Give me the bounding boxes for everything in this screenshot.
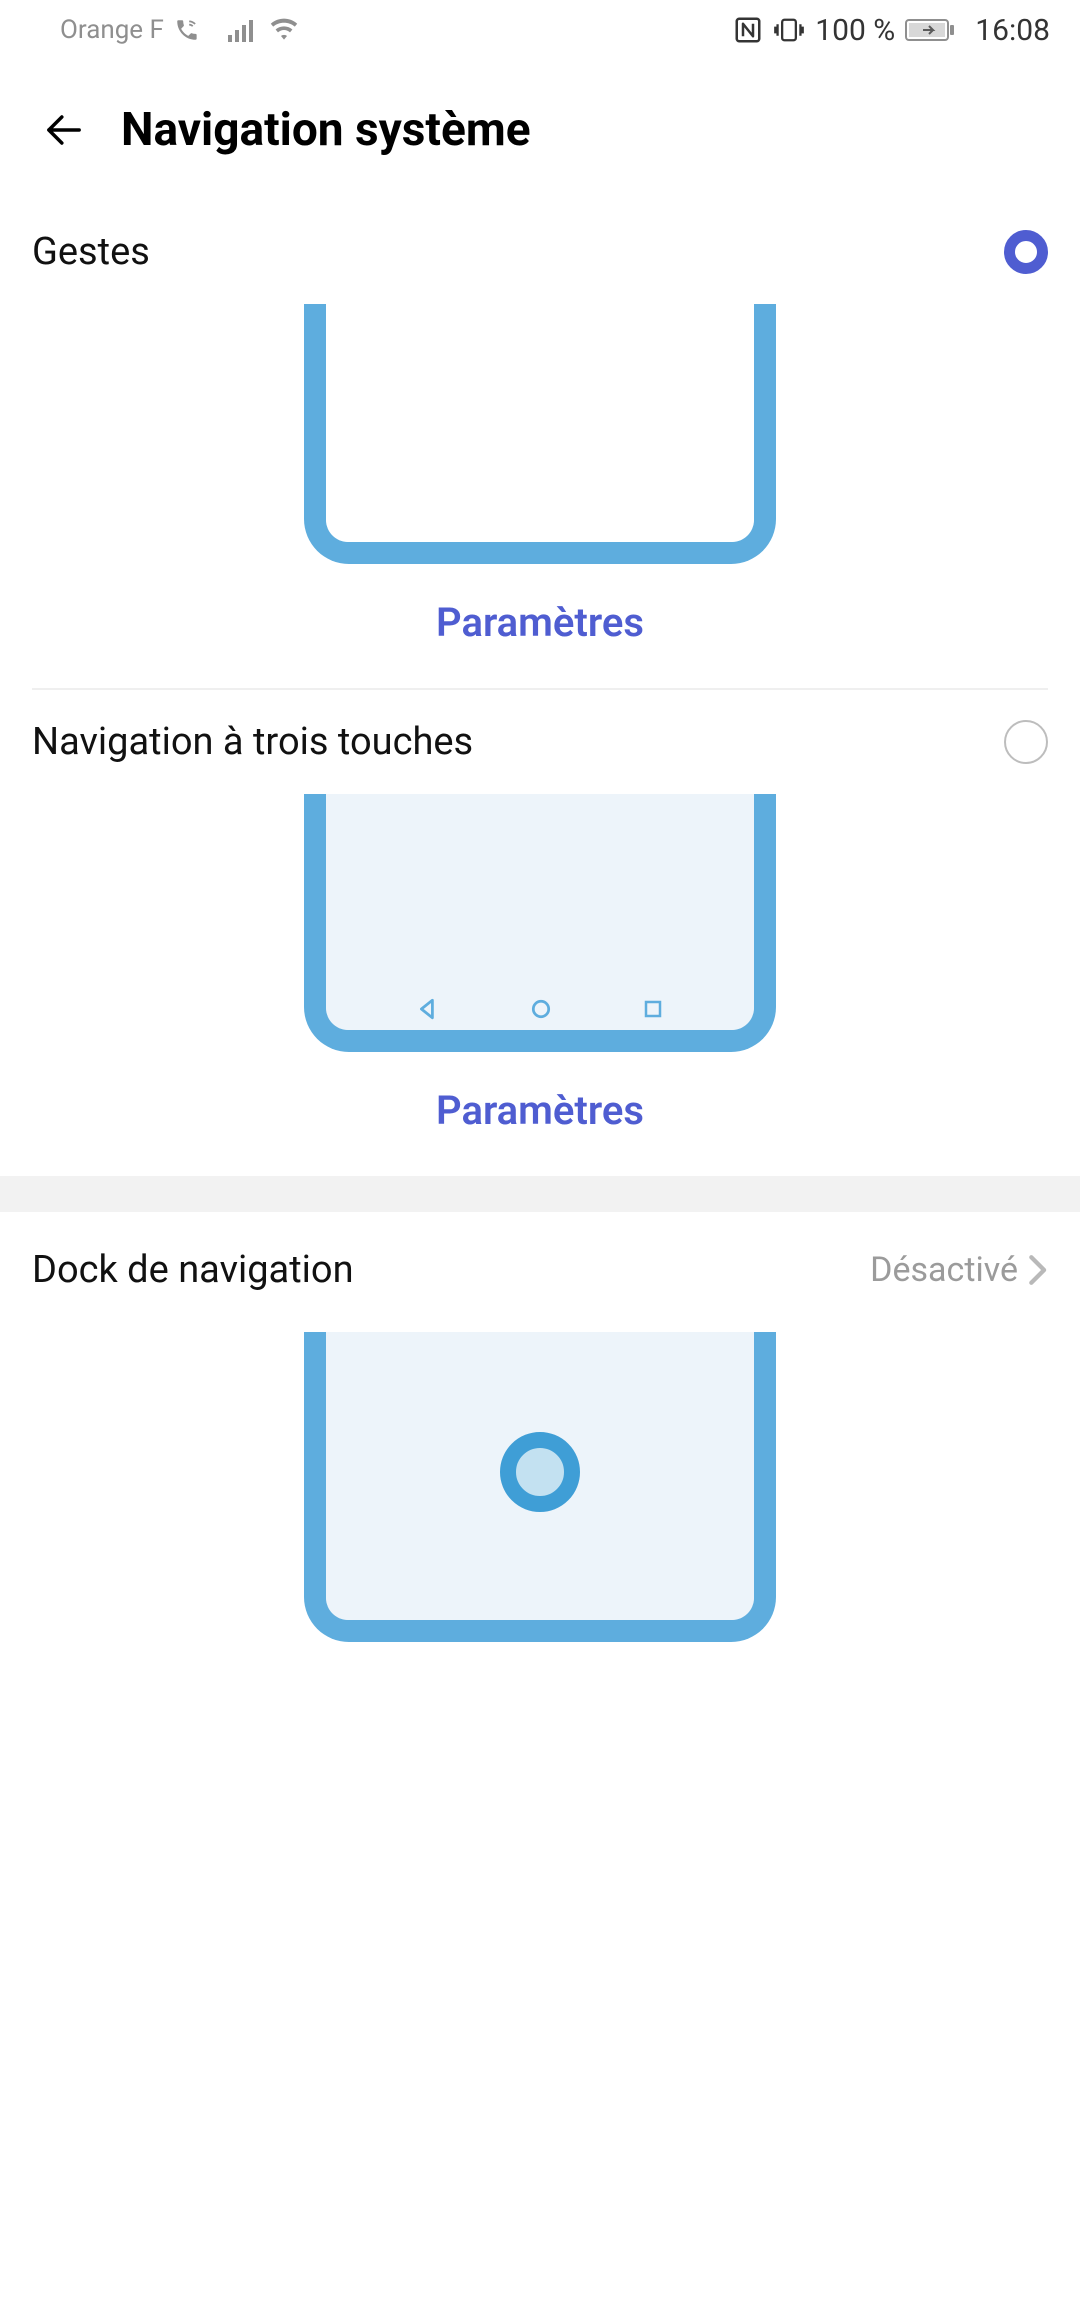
radio-gestures[interactable]: [1004, 230, 1048, 274]
section-gap: [0, 1176, 1080, 1212]
battery-icon: [905, 17, 957, 43]
wifi-icon: [268, 18, 300, 42]
option-gestures-label: Gestes: [32, 230, 150, 274]
signal-icon: [228, 18, 258, 42]
preview-dock: [0, 1332, 1080, 1642]
option-dock-label: Dock de navigation: [32, 1248, 354, 1292]
back-button[interactable]: [35, 101, 93, 159]
arrow-left-icon: [38, 104, 90, 156]
square-recent-icon: [643, 999, 663, 1019]
option-dock-value: Désactivé: [870, 1250, 1018, 1290]
preview-gestures: [0, 304, 1080, 564]
dock-circle-icon: [500, 1432, 580, 1512]
page-title: Navigation système: [121, 103, 531, 157]
settings-link-gestures-label: Paramètres: [436, 599, 644, 646]
carrier-label: Orange F: [60, 15, 164, 45]
battery-percentage: 100 %: [815, 13, 895, 48]
settings-link-gestures[interactable]: Paramètres: [0, 599, 1080, 646]
settings-link-three-key[interactable]: Paramètres: [0, 1087, 1080, 1134]
nfc-icon: [733, 15, 763, 45]
clock-label: 16:08: [975, 13, 1050, 48]
option-dock[interactable]: Dock de navigation Désactivé: [0, 1212, 1080, 1322]
triangle-back-icon: [417, 998, 439, 1020]
circle-home-icon: [530, 998, 552, 1020]
status-bar: Orange F 100 % 16:08: [0, 0, 1080, 60]
radio-three-key[interactable]: [1004, 720, 1048, 764]
status-left: Orange F: [60, 15, 300, 45]
option-three-key[interactable]: Navigation à trois touches: [0, 690, 1080, 794]
vibrate-icon: [773, 15, 805, 45]
status-right: 100 % 16:08: [733, 13, 1050, 48]
header: Navigation système: [0, 60, 1080, 200]
wifi-calling-icon: [174, 17, 200, 43]
option-three-key-label: Navigation à trois touches: [32, 720, 473, 764]
chevron-right-icon: [1026, 1253, 1048, 1287]
option-gestures[interactable]: Gestes: [0, 200, 1080, 304]
nav-icons: [326, 994, 754, 1024]
option-dock-value-wrap: Désactivé: [870, 1250, 1048, 1290]
settings-link-three-key-label: Paramètres: [436, 1087, 644, 1134]
preview-three-key: [0, 794, 1080, 1052]
